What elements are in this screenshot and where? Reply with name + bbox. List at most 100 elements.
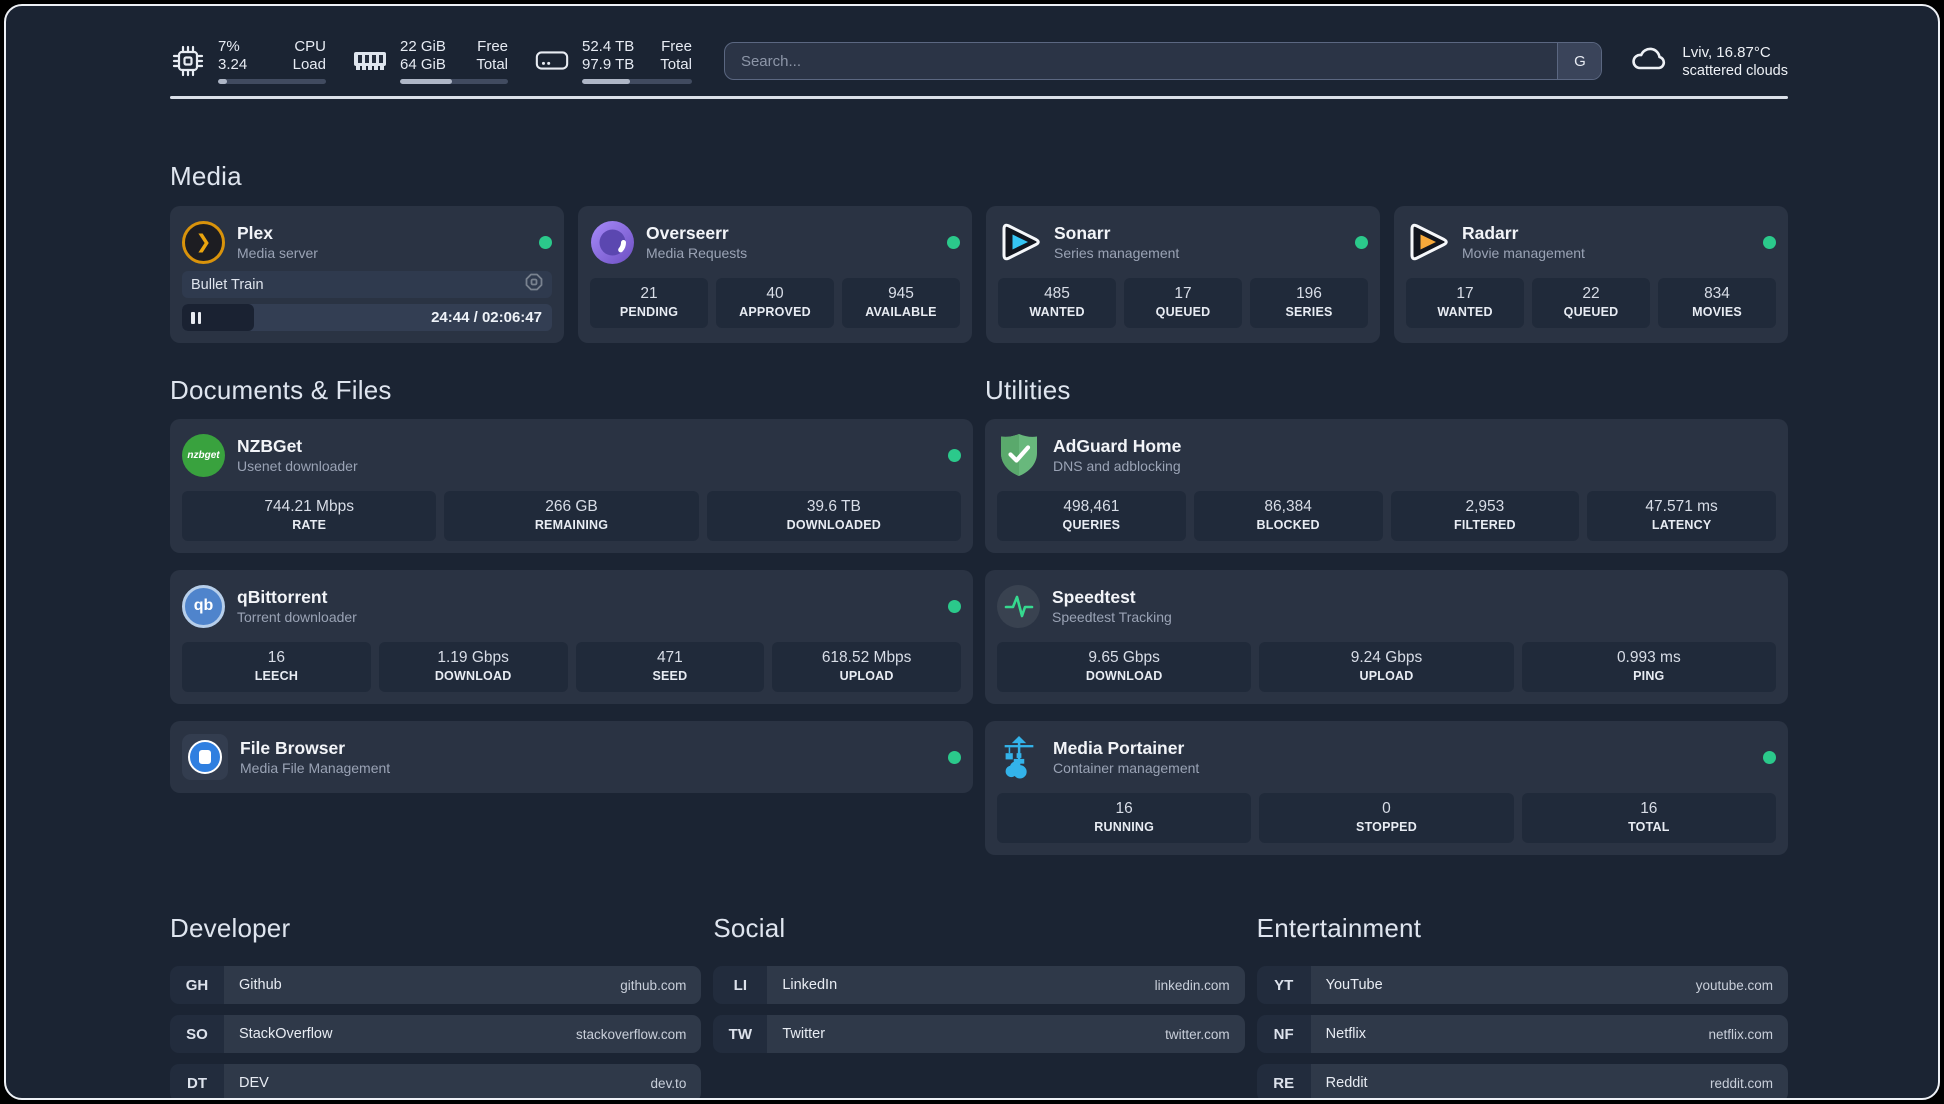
- speedtest-card[interactable]: Speedtest Speedtest Tracking 9.65 Gbps DO…: [985, 570, 1788, 704]
- system-metrics: 7% 3.24 CPU Load 22 GiB 64 GiB Free Tota…: [170, 38, 692, 84]
- speedtest-icon: [997, 584, 1040, 628]
- qbittorrent-stat-upload: 618.52 Mbps UPLOAD: [772, 642, 961, 692]
- bookmark-reddit[interactable]: RE Reddit reddit.com: [1256, 1064, 1788, 1098]
- speedtest-name: Speedtest: [1052, 586, 1136, 607]
- section-social: Social LI LinkedIn linkedin.com TW Twitte…: [713, 913, 1245, 1098]
- sonarr-stat-series: 196 SERIES: [1250, 278, 1368, 328]
- nzbget-desc: Usenet downloader: [237, 457, 358, 474]
- media-type-icon: [525, 273, 543, 296]
- memory-progress-track: [400, 79, 508, 84]
- bookmark-abbr: TW: [713, 1015, 768, 1053]
- portainer-name: Media Portainer: [1053, 737, 1185, 758]
- memory-icon: [352, 43, 388, 79]
- plex-icon: ❯: [182, 220, 225, 264]
- adguard-stat-blocked: 86,384 BLOCKED: [1193, 491, 1383, 541]
- social-section-title: Social: [713, 913, 786, 943]
- disk-progress-track: [582, 79, 692, 84]
- cpu-load-label: Load: [292, 56, 326, 73]
- nzbget-card[interactable]: nzbget NZBGet Usenet downloader 744.21 M…: [170, 419, 973, 553]
- top-bar: 7% 3.24 CPU Load 22 GiB 64 GiB Free Tota…: [170, 6, 1788, 86]
- qbittorrent-status-dot: [948, 599, 961, 613]
- disk-total-value: 97.9 TB: [582, 56, 635, 73]
- bookmark-dev[interactable]: DT DEV dev.to: [170, 1064, 702, 1098]
- sonarr-stat-wanted: 485 WANTED: [998, 278, 1116, 328]
- adguard-stat-queries: 498,461 QUERIES: [997, 491, 1186, 541]
- bookmark-url: reddit.com: [1709, 1075, 1773, 1091]
- bookmark-name: LinkedIn: [782, 977, 838, 993]
- bookmark-name: DEV: [239, 1075, 269, 1091]
- speedtest-desc: Speedtest Tracking: [1052, 608, 1172, 625]
- bookmark-url: dev.to: [650, 1075, 687, 1091]
- radarr-icon: [1406, 220, 1450, 264]
- cpu-progress-fill: [218, 79, 227, 84]
- nzbget-icon: nzbget: [182, 433, 225, 477]
- qbittorrent-desc: Torrent downloader: [237, 608, 357, 625]
- radarr-stat-movies: 834 MOVIES: [1658, 278, 1776, 328]
- bookmark-abbr: GH: [170, 966, 224, 1004]
- portainer-stat-running: 16 RUNNING: [997, 793, 1252, 843]
- radarr-card[interactable]: Radarr Movie management 17 WANTED 22 QUEUE…: [1394, 206, 1788, 343]
- adguard-stat-latency: 47.571 ms LATENCY: [1587, 491, 1776, 541]
- nzbget-stat-downloaded: 39.6 TB DOWNLOADED: [706, 491, 961, 541]
- bookmark-netflix[interactable]: NF Netflix netflix.com: [1256, 1015, 1788, 1053]
- overseerr-status-dot: [947, 235, 960, 249]
- disk-free-value: 52.4 TB: [582, 38, 635, 55]
- search-provider-button[interactable]: G: [1557, 43, 1602, 79]
- bookmark-stackoverflow[interactable]: SO StackOverflow stackoverflow.com: [170, 1015, 702, 1053]
- memory-metric: 22 GiB 64 GiB Free Total: [352, 38, 508, 84]
- now-playing-title: Bullet Train: [191, 276, 264, 293]
- portainer-card[interactable]: Media Portainer Container management 16 R…: [985, 721, 1788, 855]
- documents-section-title: Documents & Files: [170, 375, 392, 405]
- bookmark-twitter[interactable]: TW Twitter twitter.com: [713, 1015, 1245, 1053]
- adguard-desc: DNS and adblocking: [1053, 457, 1181, 474]
- disk-icon: [534, 43, 570, 79]
- pause-icon: [191, 311, 195, 324]
- search-area: G: [723, 42, 1603, 80]
- disk-metric: 52.4 TB 97.9 TB Free Total: [534, 38, 692, 84]
- portainer-stat-stopped: 0 STOPPED: [1259, 793, 1514, 843]
- entertainment-section-title: Entertainment: [1256, 913, 1422, 943]
- cpu-metric: 7% 3.24 CPU Load: [170, 38, 326, 84]
- cpu-icon: [170, 43, 206, 79]
- bookmark-name: Twitter: [782, 1026, 826, 1042]
- dashboard-root: 7% 3.24 CPU Load 22 GiB 64 GiB Free Tota…: [4, 4, 1940, 1100]
- memory-total-label: Total: [476, 56, 508, 73]
- adguard-card[interactable]: AdGuard Home DNS and adblocking 498,461 Q…: [985, 419, 1788, 553]
- nzbget-status-dot: [948, 448, 961, 462]
- bookmark-youtube[interactable]: YT YouTube youtube.com: [1256, 966, 1788, 1004]
- sonarr-name: Sonarr: [1054, 222, 1111, 243]
- qbittorrent-icon: qb: [182, 584, 225, 628]
- search-input[interactable]: [724, 43, 1558, 79]
- bookmark-abbr: RE: [1256, 1064, 1311, 1098]
- sonarr-desc: Series management: [1054, 244, 1180, 261]
- now-playing-row: Bullet Train: [182, 271, 552, 298]
- qbittorrent-stat-leech: 16 LEECH: [182, 642, 371, 692]
- header-divider: [170, 96, 1788, 99]
- adguard-name: AdGuard Home: [1053, 435, 1182, 456]
- filebrowser-card[interactable]: File Browser Media File Management: [170, 721, 973, 793]
- cpu-label: CPU: [294, 38, 326, 55]
- filebrowser-name: File Browser: [240, 737, 346, 758]
- bookmark-url: youtube.com: [1695, 977, 1773, 993]
- bookmark-github[interactable]: GH Github github.com: [170, 966, 702, 1004]
- bookmark-linkedin[interactable]: LI LinkedIn linkedin.com: [713, 966, 1245, 1004]
- section-documents: Documents & Files nzbget NZBGet Usenet d…: [170, 375, 973, 855]
- radarr-desc: Movie management: [1462, 244, 1585, 261]
- sonarr-card[interactable]: Sonarr Series management 485 WANTED 17 QUE…: [986, 206, 1380, 343]
- bookmark-name: Github: [239, 977, 282, 993]
- overseerr-stat-approved: 40 APPROVED: [716, 278, 834, 328]
- overseerr-card[interactable]: Overseerr Media Requests 21 PENDING 40 APP…: [578, 206, 972, 343]
- portainer-icon: [997, 735, 1041, 779]
- speedtest-stat-ping: 0.993 ms PING: [1521, 642, 1776, 692]
- plex-card[interactable]: ❯ Plex Media server Bullet Train 24:44 /…: [170, 206, 564, 343]
- nzbget-name: NZBGet: [237, 435, 303, 456]
- bookmark-name: YouTube: [1325, 977, 1383, 993]
- radarr-stat-queued: 22 QUEUED: [1532, 278, 1650, 328]
- bookmark-url: stackoverflow.com: [576, 1026, 687, 1042]
- filebrowser-status-dot: [948, 750, 961, 764]
- weather-widget[interactable]: Lviv, 16.87°C scattered clouds: [1628, 43, 1788, 80]
- bookmark-name: Netflix: [1325, 1026, 1366, 1042]
- portainer-desc: Container management: [1053, 759, 1200, 776]
- plex-name: Plex: [237, 222, 273, 243]
- qbittorrent-card[interactable]: qb qBittorrent Torrent downloader 16 LEEC…: [170, 570, 973, 704]
